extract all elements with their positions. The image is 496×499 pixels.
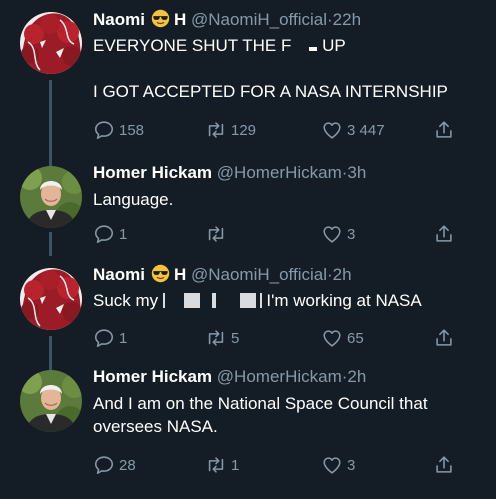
share-icon (433, 454, 455, 476)
share-button[interactable] (433, 454, 455, 476)
like-count: 3 447 (347, 121, 385, 139)
timestamp[interactable]: 2h (333, 265, 352, 284)
share-icon (433, 223, 455, 245)
tweet-text-line-1: EVERYONE SHUT THE F UP (93, 34, 488, 57)
user-handle[interactable]: @HomerHickam (217, 163, 342, 182)
retweet-button[interactable]: 5 (205, 327, 239, 349)
like-icon (321, 223, 343, 245)
retweet-count: 5 (231, 329, 240, 347)
reply-icon (93, 454, 115, 476)
redaction (183, 293, 200, 308)
share-icon (433, 327, 455, 349)
redaction (291, 38, 310, 53)
sunglasses-emoji-icon (151, 9, 170, 28)
share-button[interactable] (433, 223, 455, 245)
reply-count: 1 (119, 329, 128, 347)
tweet-header: Homer Hickam @HomerHickam·3h (93, 163, 366, 183)
retweet-icon (205, 327, 227, 349)
retweet-icon (205, 119, 227, 141)
retweet-icon (205, 223, 227, 245)
user-handle[interactable]: @NaomiH_official (191, 265, 327, 284)
share-button[interactable] (433, 119, 455, 141)
tweet-text-prefix: Suck my (93, 291, 159, 310)
avatar[interactable] (20, 12, 82, 74)
reply-button[interactable]: 28 (93, 454, 136, 476)
timestamp[interactable]: 22h (333, 10, 361, 29)
share-button[interactable] (433, 327, 455, 349)
reply-icon (93, 223, 115, 245)
user-handle[interactable]: @HomerHickam (217, 367, 342, 386)
display-name-suffix[interactable]: H (174, 265, 186, 284)
tweet-actions: 1 3 (93, 223, 476, 247)
tweet-1[interactable]: Naomi H @NaomiH_official·22h EVERYONE SHU… (0, 0, 496, 162)
reply-count: 28 (119, 456, 136, 474)
tweet-3[interactable]: Naomi H @NaomiH_official·2h Suck my I'm w… (0, 256, 496, 362)
reply-icon (93, 327, 115, 349)
timestamp[interactable]: 3h (347, 163, 366, 182)
reply-count: 1 (119, 225, 128, 243)
tweet-text-line-2: I GOT ACCEPTED FOR A NASA INTERNSHIP (93, 82, 448, 101)
redaction (259, 293, 262, 308)
like-icon (321, 327, 343, 349)
redaction (215, 293, 240, 308)
tweet-header: Naomi H @NaomiH_official·2h (93, 264, 352, 285)
like-count: 3 (347, 225, 356, 243)
like-icon (321, 119, 343, 141)
tweet-2[interactable]: Homer Hickam @HomerHickam·3h Language. 1… (0, 160, 496, 256)
tweet-text: EVERYONE SHUT THE F UP I GOT ACCEPTED FO… (93, 34, 488, 103)
reply-icon (93, 119, 115, 141)
timestamp[interactable]: 2h (347, 367, 366, 386)
display-name-suffix[interactable]: H (174, 10, 186, 29)
retweet-button[interactable]: 129 (205, 119, 256, 141)
retweet-count: 129 (231, 121, 257, 139)
sunglasses-emoji-icon (151, 264, 170, 283)
like-count: 65 (347, 329, 364, 347)
display-name[interactable]: Naomi (93, 10, 145, 29)
tweet-header: Homer Hickam @HomerHickam·2h (93, 367, 366, 387)
tweet-text: Suck my I'm working at NASA (93, 289, 488, 312)
reply-button[interactable]: 1 (93, 223, 127, 245)
thread-line (49, 80, 52, 162)
tweet-actions: 28 1 3 (93, 454, 476, 478)
reply-count: 158 (119, 121, 145, 139)
like-button[interactable]: 3 (321, 454, 355, 476)
display-name[interactable]: Homer Hickam (93, 367, 212, 386)
like-button[interactable]: 3 447 (321, 119, 385, 141)
thread-line (49, 336, 52, 362)
redaction (162, 293, 165, 308)
tweet-text-prefix: EVERYONE SHUT THE F (93, 36, 292, 55)
avatar[interactable] (20, 370, 82, 432)
tweet-header: Naomi H @NaomiH_official·22h (93, 9, 361, 30)
user-handle[interactable]: @NaomiH_official (191, 10, 327, 29)
reply-button[interactable]: 158 (93, 119, 144, 141)
redaction (199, 293, 212, 308)
tweet-actions: 1 5 65 (93, 327, 476, 351)
reply-button[interactable]: 1 (93, 327, 127, 349)
tweet-4[interactable]: Homer Hickam @HomerHickam·2h And I am on… (0, 362, 496, 499)
share-icon (433, 119, 455, 141)
redaction (239, 293, 256, 308)
retweet-icon (205, 454, 227, 476)
tweet-text-suffix: I'm working at NASA (266, 291, 422, 310)
tweet-text: And I am on the National Space Council t… (93, 394, 428, 436)
retweet-count: 1 (231, 456, 240, 474)
tweet-text-suffix: UP (322, 36, 346, 55)
like-icon (321, 454, 343, 476)
thread-line (49, 232, 52, 256)
redaction (309, 47, 318, 51)
tweet-text: Language. (93, 190, 174, 209)
like-button[interactable]: 65 (321, 327, 364, 349)
avatar[interactable] (20, 166, 82, 228)
avatar[interactable] (20, 268, 82, 330)
retweet-button[interactable] (205, 223, 231, 245)
retweet-button[interactable]: 1 (205, 454, 239, 476)
display-name[interactable]: Naomi (93, 265, 145, 284)
redaction (169, 293, 184, 308)
display-name[interactable]: Homer Hickam (93, 163, 212, 182)
like-count: 3 (347, 456, 356, 474)
tweet-actions: 158 129 3 447 (93, 119, 476, 143)
like-button[interactable]: 3 (321, 223, 355, 245)
